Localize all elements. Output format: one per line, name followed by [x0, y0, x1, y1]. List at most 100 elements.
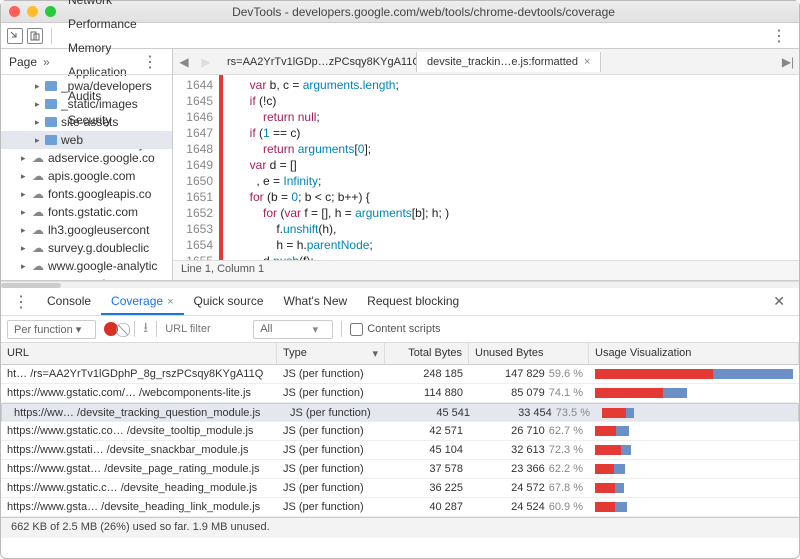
minimize-window-icon[interactable] [27, 6, 38, 17]
tab-network[interactable]: Network [58, 0, 155, 12]
col-viz[interactable]: Usage Visualization [589, 343, 799, 364]
cell-total: 45 541 [392, 405, 476, 421]
col-type[interactable]: Type ▾ [277, 343, 385, 364]
close-icon[interactable]: × [584, 56, 590, 68]
tree-item[interactable]: ▸☁lh3.googleusercont [1, 221, 172, 239]
cell-type: JS (per function) [277, 442, 385, 458]
editor-tab[interactable]: devsite_trackin…e.js:formatted × [417, 52, 601, 72]
inspect-element-icon[interactable] [7, 28, 23, 44]
cell-viz [596, 406, 784, 420]
tree-item[interactable]: ▸site-assets [1, 113, 172, 131]
tree-item[interactable]: ▸web [1, 131, 172, 149]
drawer-tab-coverage[interactable]: Coverage× [101, 289, 183, 315]
tree-label: web [61, 133, 83, 147]
tree-item[interactable]: ▸☁www.gstatic.com [1, 275, 172, 280]
cell-total: 36 225 [385, 480, 469, 496]
code-content[interactable]: var b, c = arguments.length; if (!c) ret… [223, 75, 799, 260]
cell-viz [589, 443, 799, 457]
window-title: DevTools - developers.google.com/web/too… [56, 5, 791, 19]
folder-icon [45, 117, 57, 127]
editor-tab[interactable]: rs=AA2YrTv1lGDp…zPCsqy8KYgA11Q [217, 52, 417, 72]
granularity-select[interactable]: Per function ▾ [7, 320, 96, 339]
editor-body[interactable]: 1644164516461647164816491650165116521653… [173, 75, 799, 260]
table-row[interactable]: https://www.gstatic.co… /devsite_tooltip… [1, 422, 799, 441]
cell-url: https://www.gstati… /devsite_snackbar_mo… [1, 442, 277, 458]
cell-viz [589, 367, 799, 381]
col-total[interactable]: Total Bytes [385, 343, 469, 364]
separator [156, 321, 157, 337]
zoom-window-icon[interactable] [45, 6, 56, 17]
cloud-icon: ☁ [31, 259, 45, 273]
scrollbar[interactable] [1, 281, 799, 288]
nav-back-icon[interactable]: ◀ [173, 55, 195, 69]
cloud-icon: ☁ [31, 241, 45, 255]
tree-item[interactable]: ▸☁adservice.google.co [1, 149, 172, 167]
tab-label: devsite_trackin…e.js:formatted [427, 56, 578, 68]
close-drawer-icon[interactable]: ✕ [765, 293, 793, 310]
col-unused[interactable]: Unused Bytes [469, 343, 589, 364]
sidebar-page-label[interactable]: Page [9, 55, 37, 69]
cloud-icon: ☁ [31, 151, 45, 165]
tree-item[interactable]: ▸☁www.google-analytic [1, 257, 172, 275]
tree-item[interactable]: ▸☁fonts.gstatic.com [1, 203, 172, 221]
content-scripts-checkbox[interactable]: Content scripts [350, 323, 440, 336]
sidebar-more-icon[interactable]: ⋮ [136, 52, 164, 72]
drawer-tabs: ⋮ ConsoleCoverage×Quick sourceWhat's New… [1, 288, 799, 316]
chevron-right-icon[interactable]: » [43, 55, 50, 69]
drawer-more-icon[interactable]: ⋮ [7, 292, 35, 312]
col-url[interactable]: URL [1, 343, 277, 364]
cell-total: 37 578 [385, 461, 469, 477]
tree-label: survey.g.doubleclic [48, 241, 149, 255]
tab-performance[interactable]: Performance [58, 12, 155, 36]
export-icon[interactable]: ⭳ [143, 317, 148, 341]
table-row[interactable]: https://ww… /devsite_tracking_question_m… [1, 403, 799, 422]
folder-icon [45, 135, 57, 145]
coverage-toolbar: Per function ▾ ⃠ ⭳ All ▾ Content scripts [1, 316, 799, 343]
drawer-tab-what-s-new[interactable]: What's New [274, 289, 358, 314]
url-filter-input[interactable] [165, 323, 245, 336]
separator [341, 321, 342, 337]
cell-total: 40 287 [385, 499, 469, 515]
nav-fwd-icon[interactable]: ▶ [195, 55, 217, 69]
cell-url: https://www.gstatic.co… /devsite_tooltip… [1, 423, 277, 439]
cell-viz [589, 424, 799, 438]
tree-item[interactable]: ▸_static/images [1, 95, 172, 113]
table-row[interactable]: https://www.gstat… /devsite_page_rating_… [1, 460, 799, 479]
tree-item[interactable]: ▸_pwa/developers [1, 77, 172, 95]
cell-url: https://ww… /devsite_tracking_question_m… [8, 405, 284, 421]
code-editor: ◀ ▶ rs=AA2YrTv1lGDp…zPCsqy8KYgA11Qdevsit… [173, 49, 799, 280]
table-row[interactable]: https://www.gstati… /devsite_snackbar_mo… [1, 441, 799, 460]
cell-viz [589, 500, 799, 514]
folder-icon [45, 99, 57, 109]
cell-type: JS (per function) [277, 423, 385, 439]
drawer-tab-quick-source[interactable]: Quick source [184, 289, 274, 314]
more-options-icon[interactable]: ⋮ [765, 26, 793, 46]
more-tabs-icon[interactable]: ▶| [777, 55, 799, 69]
table-row[interactable]: https://www.gstatic.c… /devsite_heading_… [1, 479, 799, 498]
tree-item[interactable]: ▸☁fonts.googleapis.co [1, 185, 172, 203]
table-row[interactable]: ht… /rs=AA2YrTv1lGDphP_8g_rszPCsqy8KYgA1… [1, 365, 799, 384]
table-row[interactable]: https://www.gstatic.com/… /webcomponents… [1, 384, 799, 403]
table-header[interactable]: URL Type ▾ Total Bytes Unused Bytes Usag… [1, 343, 799, 365]
drawer-tab-console[interactable]: Console [37, 289, 101, 314]
separator [134, 321, 135, 337]
close-icon[interactable]: × [167, 296, 173, 308]
tree-label: www.gstatic.com [48, 277, 137, 280]
cell-total: 42 571 [385, 423, 469, 439]
tree-item[interactable]: ▸☁apis.google.com [1, 167, 172, 185]
record-button[interactable] [104, 322, 118, 336]
type-filter-select[interactable]: All ▾ [253, 320, 333, 339]
cell-type: JS (per function) [284, 405, 392, 421]
tree-label: _pwa/developers [61, 79, 152, 93]
tree-label: www.google-analytic [48, 259, 157, 273]
table-row[interactable]: https://www.gsta… /devsite_heading_link_… [1, 498, 799, 517]
drawer-tab-request-blocking[interactable]: Request blocking [357, 289, 469, 314]
cell-viz [589, 386, 799, 400]
cell-type: JS (per function) [277, 499, 385, 515]
close-window-icon[interactable] [9, 6, 20, 17]
cell-unused: 147 82959.6 % [469, 366, 589, 382]
cell-type: JS (per function) [277, 385, 385, 401]
tree-item[interactable]: ▸☁survey.g.doubleclic [1, 239, 172, 257]
device-toolbar-icon[interactable] [27, 28, 43, 44]
cell-url: https://www.gstatic.com/… /webcomponents… [1, 385, 277, 401]
